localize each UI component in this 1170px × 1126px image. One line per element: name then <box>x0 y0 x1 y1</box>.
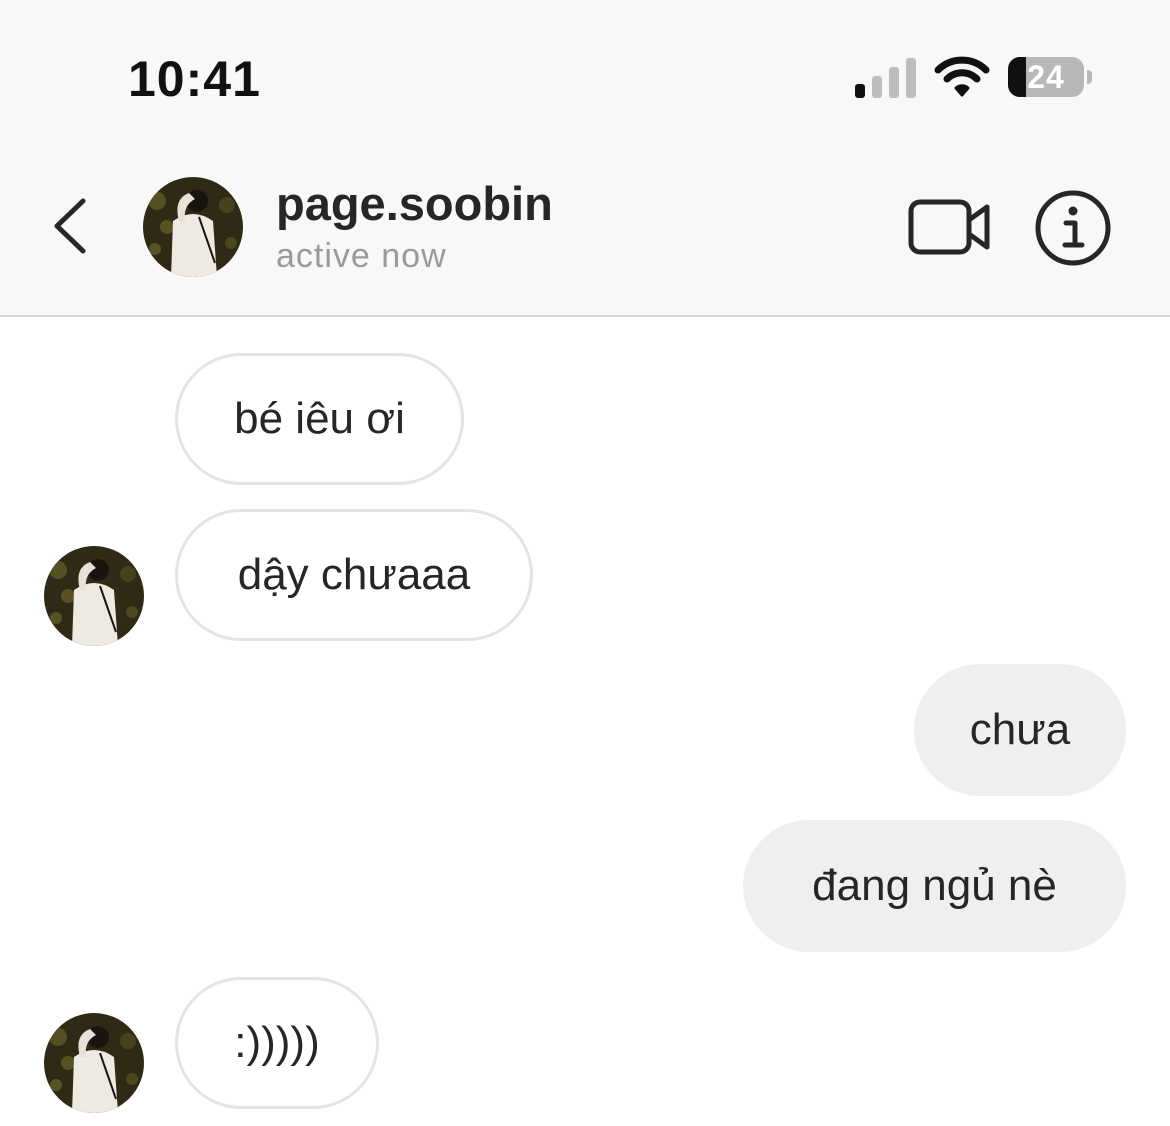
message-text: dậy chưaaa <box>237 550 471 599</box>
message-bubble-outgoing[interactable]: đang ngủ nè <box>743 820 1126 952</box>
chevron-left-icon[interactable] <box>45 195 95 257</box>
chat-username[interactable]: page.soobin <box>276 176 553 231</box>
message-text: đang ngủ nè <box>812 861 1057 910</box>
avatar[interactable] <box>44 546 144 646</box>
message-text: chưa <box>969 705 1071 754</box>
avatar[interactable] <box>143 177 243 277</box>
wifi-icon <box>934 56 990 97</box>
avatar-photo <box>44 546 144 646</box>
avatar-photo <box>143 177 243 277</box>
message-text: :))))) <box>234 1018 320 1067</box>
presence-status: active now <box>276 237 447 275</box>
status-bar: 10:41 24 <box>0 0 1170 150</box>
video-camera-icon[interactable] <box>906 192 992 262</box>
battery-level: 24 <box>1027 58 1065 95</box>
battery-icon: 24 <box>1008 57 1084 97</box>
battery-cap <box>1087 70 1092 84</box>
info-icon[interactable] <box>1033 188 1113 268</box>
message-text: bé iêu ơi <box>234 394 405 443</box>
message-bubble-incoming[interactable]: bé iêu ơi <box>175 353 464 485</box>
cellular-signal-icon <box>855 58 916 98</box>
status-time: 10:41 <box>128 51 261 107</box>
message-bubble-incoming[interactable]: dậy chưaaa <box>175 509 533 641</box>
chat-header: page.soobin active now <box>0 150 1170 317</box>
avatar-photo <box>44 1013 144 1113</box>
message-bubble-incoming[interactable]: :))))) <box>175 977 379 1109</box>
avatar[interactable] <box>44 1013 144 1113</box>
message-bubble-outgoing[interactable]: chưa <box>914 664 1126 796</box>
